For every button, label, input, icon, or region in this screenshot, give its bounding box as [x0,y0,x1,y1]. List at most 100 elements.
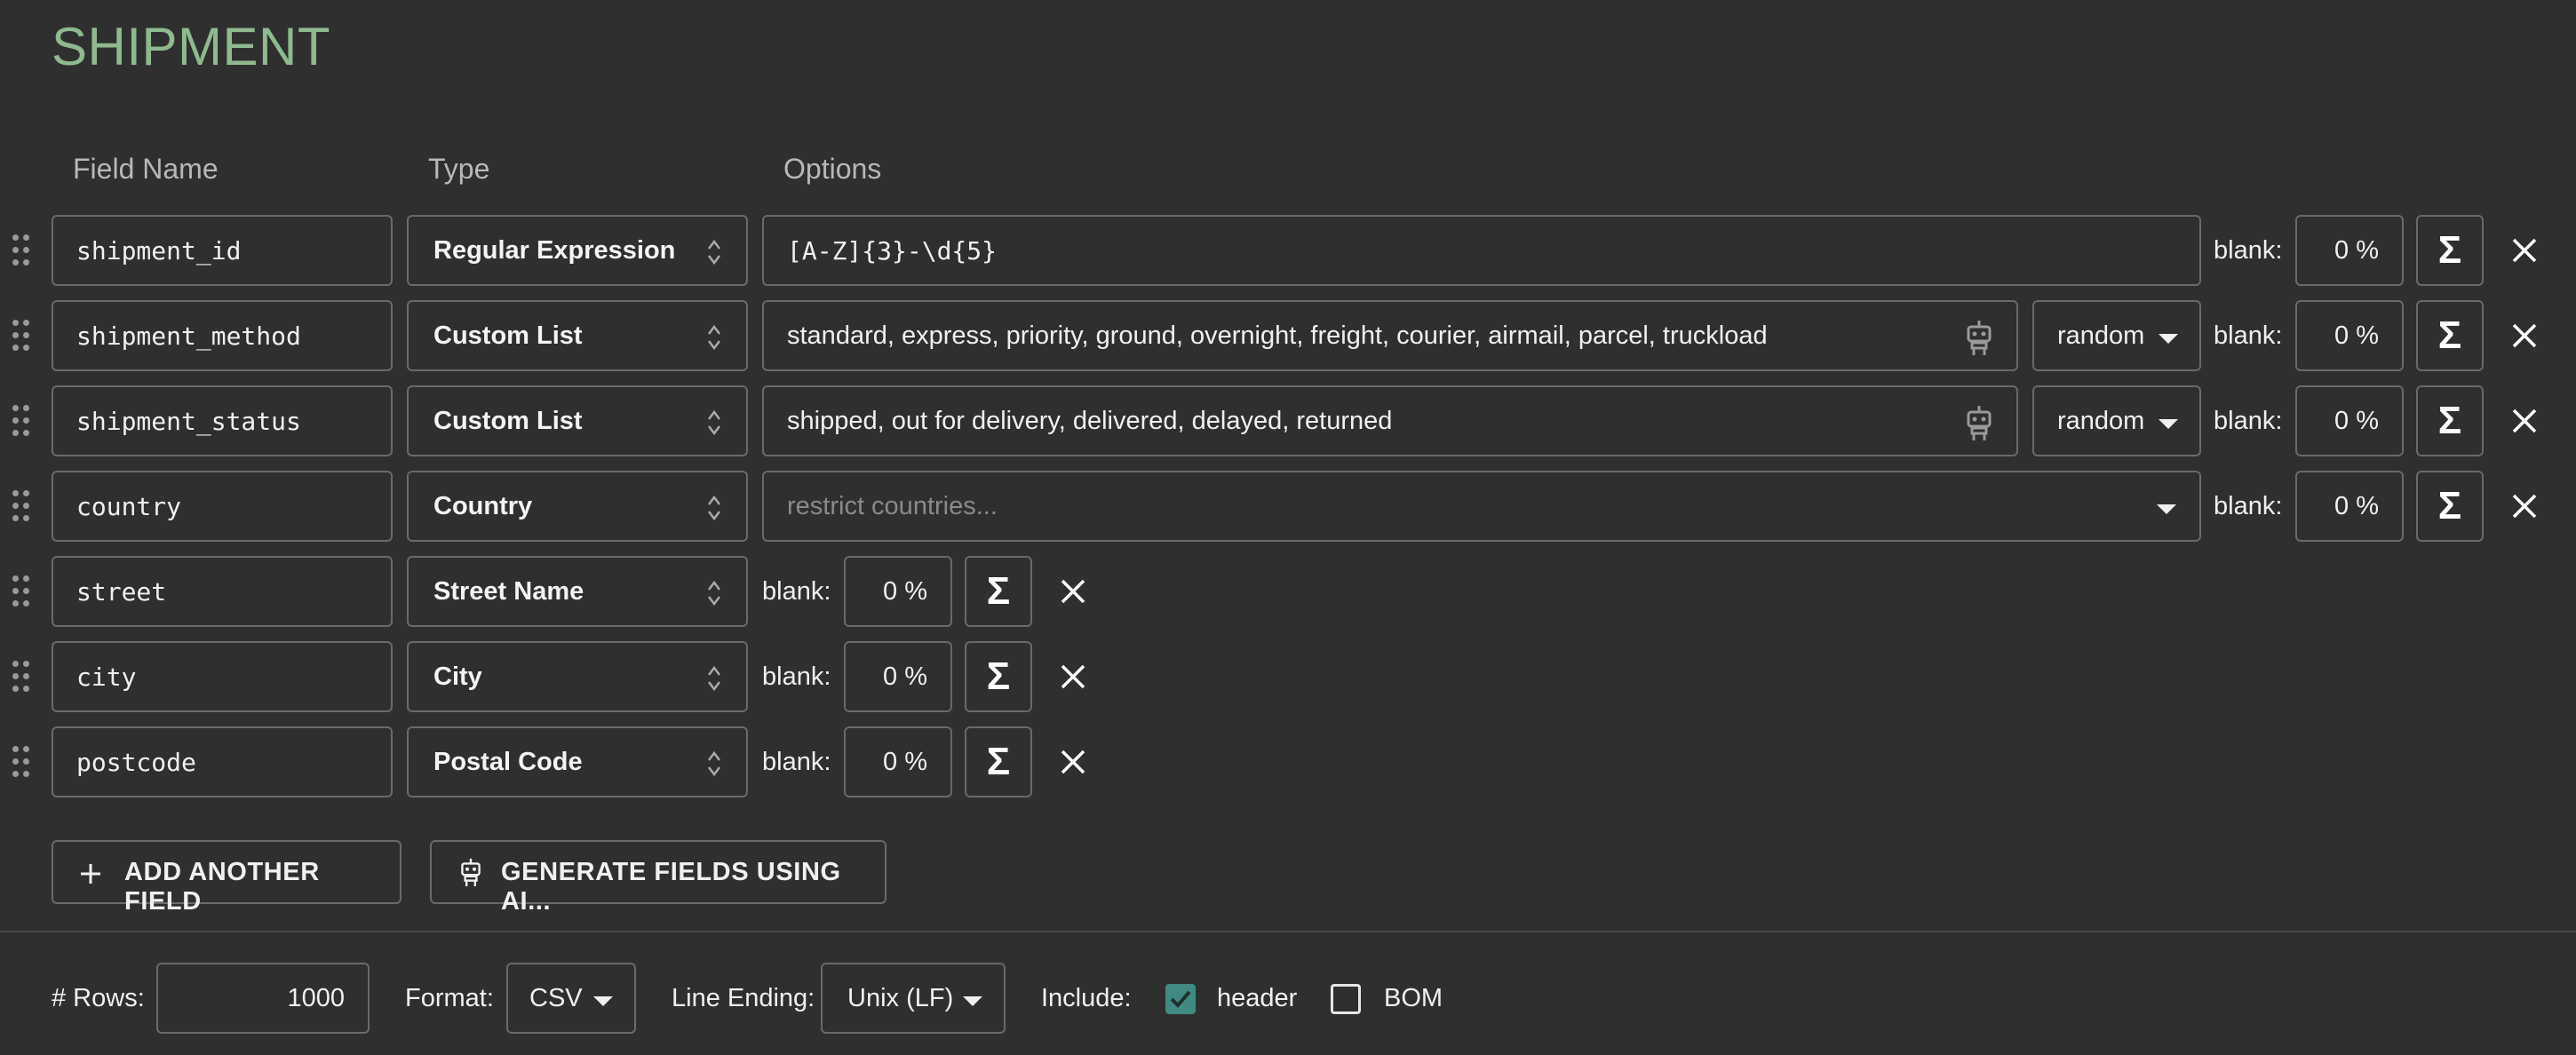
updown-arrows-icon [707,321,721,353]
regex-pattern-input[interactable]: [A-Z]{3}-\d{5} [762,215,2201,286]
field-name-value: city [76,662,137,692]
blank-percent-input[interactable]: 0 % [844,726,952,797]
formula-button[interactable]: Σ [965,556,1032,627]
custom-list-value: standard, express, priority, ground, ove… [787,321,1768,350]
custom-list-value: shipped, out for delivery, delivered, de… [787,407,1393,435]
sigma-icon: Σ [986,654,1011,698]
field-name-input[interactable]: street [52,556,393,627]
formula-button[interactable]: Σ [965,726,1032,797]
field-row: shipment_id Regular Expression [A-Z]{3}-… [0,215,2576,286]
custom-list-input[interactable]: standard, express, priority, ground, ove… [762,300,2018,371]
formula-button[interactable]: Σ [2416,300,2484,371]
formula-button[interactable]: Σ [2416,471,2484,542]
field-name-input[interactable]: shipment_id [52,215,393,286]
column-header-options: Options [783,153,882,185]
formula-button[interactable]: Σ [965,641,1032,712]
field-row: country Country restrict countries... bl… [0,471,2576,542]
generate-ai-label: GENERATE FIELDS USING AI... [501,858,841,916]
field-type-select[interactable]: Street Name [407,556,748,627]
bom-checkbox[interactable] [1331,984,1361,1014]
close-icon [2512,323,2537,348]
field-name-input[interactable]: shipment_method [52,300,393,371]
blank-percent-input[interactable]: 0 % [2295,385,2404,456]
plus-icon [81,864,100,884]
remove-field-button[interactable] [2507,488,2542,524]
remove-field-button[interactable] [1055,659,1091,694]
close-icon [1061,579,1085,604]
blank-percent-value: 0 % [2334,236,2379,265]
close-icon [2512,494,2537,519]
drag-handle-icon[interactable] [12,746,34,778]
drag-handle-icon[interactable] [12,575,34,607]
field-type-value: Custom List [433,321,583,350]
field-type-select[interactable]: Country [407,471,748,542]
field-name-input[interactable]: city [52,641,393,712]
remove-field-button[interactable] [1055,744,1091,780]
blank-percent-input[interactable]: 0 % [2295,471,2404,542]
blank-label: blank: [762,748,831,776]
field-type-select[interactable]: Postal Code [407,726,748,797]
blank-percent-value: 0 % [2334,321,2379,350]
blank-label: blank: [2214,321,2283,350]
field-type-select[interactable]: Custom List [407,385,748,456]
blank-label: blank: [2214,236,2283,265]
caret-down-icon [963,996,982,1006]
blank-percent-input[interactable]: 0 % [844,641,952,712]
format-select[interactable]: CSV [506,963,636,1034]
caret-down-icon [593,996,613,1006]
line-ending-select[interactable]: Unix (LF) [821,963,1006,1034]
sigma-icon: Σ [986,740,1011,783]
close-icon [1061,664,1085,689]
drag-handle-icon[interactable] [12,405,34,437]
line-ending-value: Unix (LF) [847,984,954,1012]
field-name-value: country [76,492,182,521]
restrict-countries-select[interactable]: restrict countries... [762,471,2201,542]
blank-percent-input[interactable]: 0 % [844,556,952,627]
blank-label: blank: [2214,492,2283,520]
robot-icon[interactable] [1961,403,1997,442]
add-another-field-button[interactable]: ADD ANOTHER FIELD [52,840,402,916]
rows-input[interactable]: 1000 [156,963,370,1034]
drag-handle-icon[interactable] [12,661,34,693]
blank-percent-value: 0 % [883,748,927,776]
drag-handle-icon[interactable] [12,490,34,522]
remove-field-button[interactable] [2507,233,2542,268]
field-type-select[interactable]: City [407,641,748,712]
blank-percent-input[interactable]: 0 % [2295,300,2404,371]
drag-handle-icon[interactable] [12,234,34,266]
robot-icon[interactable] [1961,318,1997,357]
header-checkbox[interactable] [1165,984,1196,1014]
blank-label: blank: [2214,407,2283,435]
remove-field-button[interactable] [2507,318,2542,353]
field-type-select[interactable]: Regular Expression [407,215,748,286]
field-name-input[interactable]: postcode [52,726,393,797]
generate-fields-ai-button[interactable]: GENERATE FIELDS USING AI... [430,840,886,916]
blank-percent-input[interactable]: 0 % [2295,215,2404,286]
formula-button[interactable]: Σ [2416,385,2484,456]
sigma-icon: Σ [2437,484,2462,528]
field-name-value: postcode [76,748,196,777]
field-row: shipment_status Custom List shipped, out… [0,385,2576,456]
field-type-value: Postal Code [433,748,583,776]
sigma-icon: Σ [2437,399,2462,442]
order-select[interactable]: random [2032,385,2201,456]
order-select[interactable]: random [2032,300,2201,371]
field-type-value: City [433,662,482,691]
field-name-input[interactable]: country [52,471,393,542]
robot-icon [461,858,481,886]
remove-field-button[interactable] [1055,574,1091,609]
field-name-input[interactable]: shipment_status [52,385,393,456]
field-row: postcode Postal Code blank: 0 % Σ [0,726,2576,797]
formula-button[interactable]: Σ [2416,215,2484,286]
custom-list-input[interactable]: shipped, out for delivery, delivered, de… [762,385,2018,456]
caret-down-icon [2157,504,2176,514]
field-type-select[interactable]: Custom List [407,300,748,371]
remove-field-button[interactable] [2507,403,2542,439]
caret-down-icon [2159,334,2178,344]
order-value: random [2057,321,2145,350]
field-type-value: Custom List [433,407,583,435]
drag-handle-icon[interactable] [12,320,34,352]
regex-pattern-value: [A-Z]{3}-\d{5} [787,236,998,266]
close-icon [2512,238,2537,263]
field-name-value: shipment_id [76,236,242,266]
